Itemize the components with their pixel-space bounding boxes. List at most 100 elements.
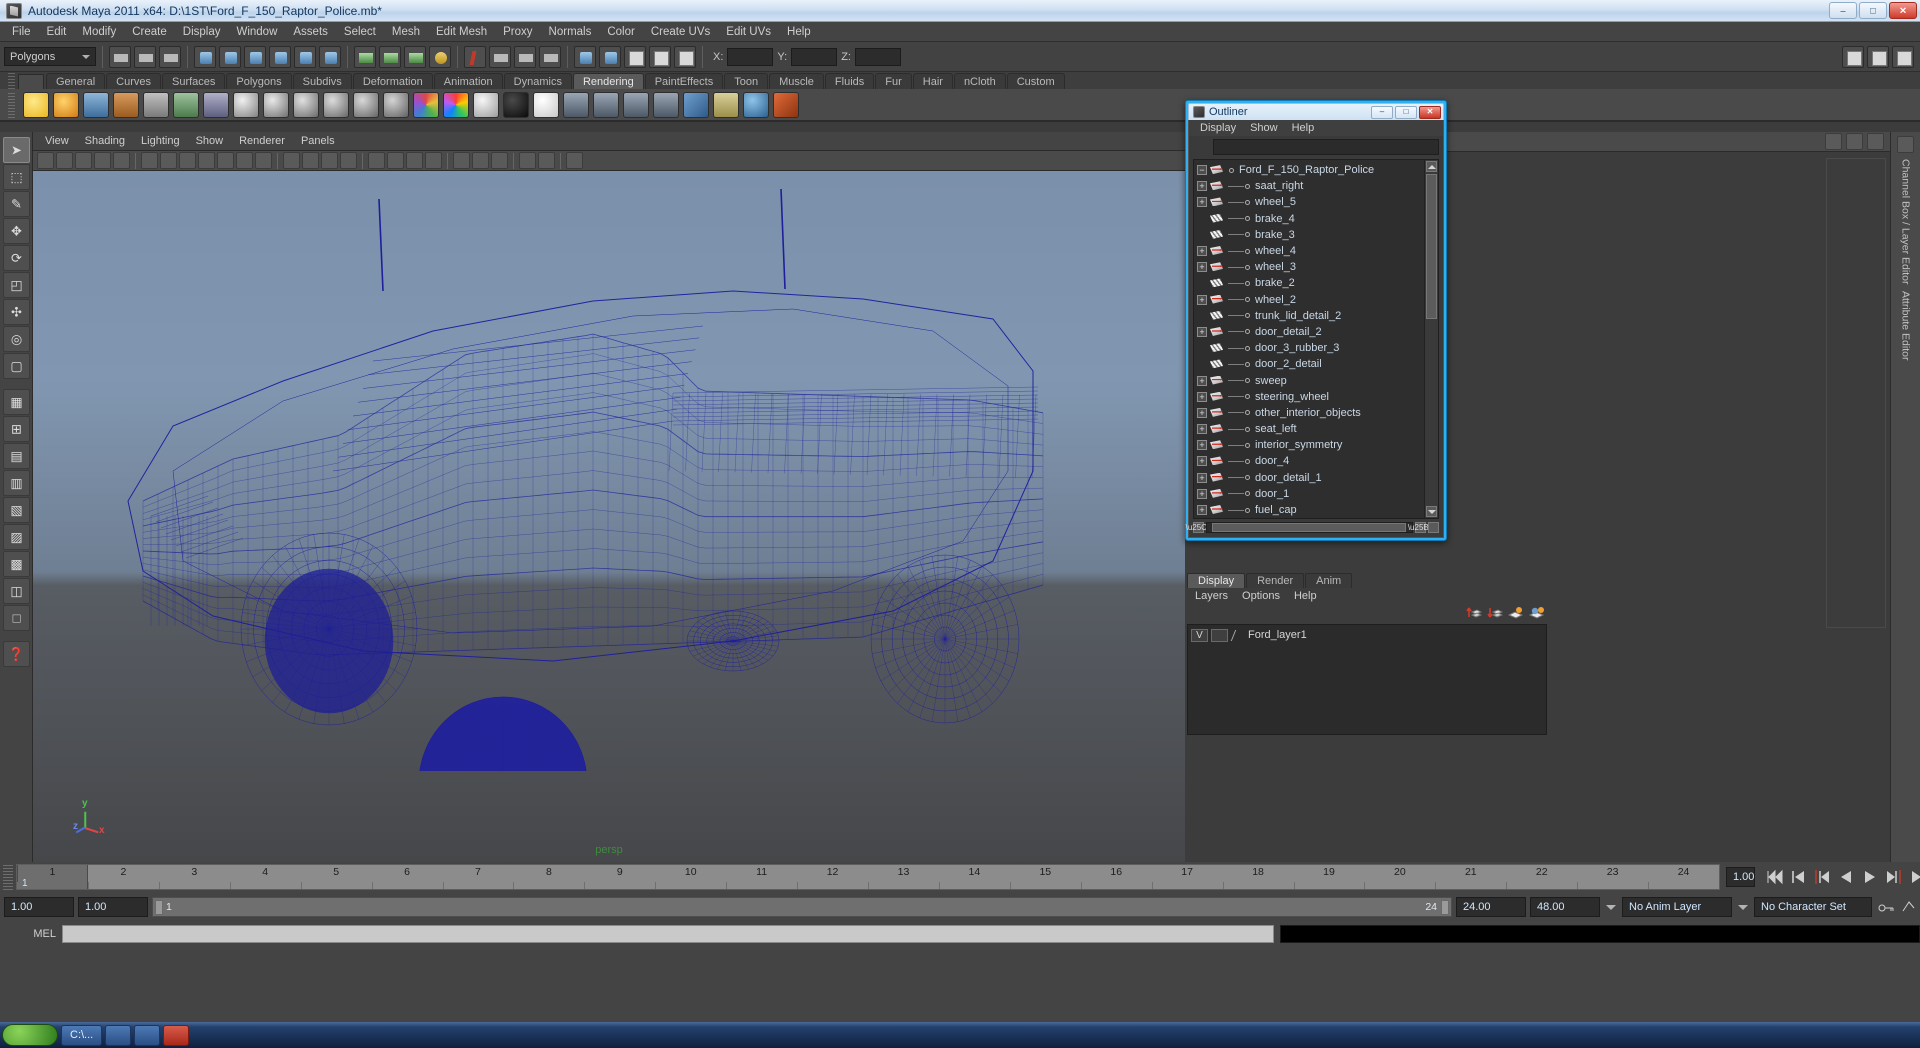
outliner-item[interactable]: +taillight_right <box>1194 518 1424 519</box>
snap-grid-icon[interactable] <box>354 45 376 68</box>
anim-layer-dropdown-arrow[interactable] <box>1604 897 1618 917</box>
lasso-select-tool-icon[interactable]: ⬚ <box>3 164 30 190</box>
layer-editor-tab-anim[interactable]: Anim <box>1305 573 1353 588</box>
outliner-scroll-up-button[interactable] <box>1426 161 1437 172</box>
persp-graph-layout-icon[interactable]: ▥ <box>3 470 30 496</box>
shelf-tab-rendering[interactable]: Rendering <box>572 73 644 89</box>
outliner-item[interactable]: + wheel_5 <box>1194 194 1424 210</box>
outliner-scroll-right-button[interactable]: \u25B6 <box>1408 522 1433 533</box>
outliner-item[interactable]: + wheel_3 <box>1194 259 1424 275</box>
rotate-tool-icon[interactable]: ⟳ <box>3 245 30 271</box>
layer-list[interactable]: V Ford_layer1 <box>1187 624 1547 735</box>
outliner-horizontal-scrollbar[interactable]: \u25C0 \u25B6 <box>1186 521 1439 534</box>
high-quality-render-icon[interactable] <box>519 152 536 169</box>
render-view-icon[interactable] <box>113 91 139 118</box>
menu-item-normals[interactable]: Normals <box>541 24 600 40</box>
wireframe-shading-icon[interactable] <box>283 152 300 169</box>
gate-mask-icon[interactable] <box>198 152 215 169</box>
menu-item-color[interactable]: Color <box>599 24 642 40</box>
outliner-expander-plus-icon[interactable]: + <box>1197 262 1207 273</box>
env-sphere-icon[interactable] <box>743 91 769 118</box>
shelf-tab-custom[interactable]: Custom <box>1006 73 1065 89</box>
outliner-expander-plus-icon[interactable]: + <box>1197 326 1207 337</box>
show-tool-settings-icon[interactable] <box>1892 45 1914 68</box>
taskbar-item-0[interactable]: C:\... <box>61 1024 103 1046</box>
four-view-layout-icon[interactable]: ⊞ <box>3 416 30 442</box>
go-to-start-button[interactable] <box>1764 867 1784 887</box>
flat-shade-icon[interactable] <box>340 152 357 169</box>
menu-item-edit-mesh[interactable]: Edit Mesh <box>428 24 495 40</box>
outliner-expander-plus-icon[interactable]: + <box>1197 505 1207 516</box>
camera-2-icon[interactable] <box>593 91 619 118</box>
outliner-item[interactable]: − Ford_F_150_Raptor_Police <box>1194 162 1424 178</box>
perspective-viewport[interactable]: y x z persp <box>33 171 1185 862</box>
outliner-scroll-left-button[interactable]: \u25C0 <box>1186 522 1211 533</box>
outliner-filter-icon[interactable] <box>1193 139 1209 155</box>
move-layer-up-icon[interactable] <box>1466 606 1483 620</box>
render-layers-icon[interactable] <box>173 91 199 118</box>
outliner-item[interactable]: + saat_right <box>1194 178 1424 194</box>
panel-options-icon[interactable] <box>566 152 583 169</box>
select-by-component-icon[interactable] <box>159 45 181 68</box>
outliner-expander-plus-icon[interactable]: + <box>1197 440 1207 451</box>
outliner-item[interactable]: + door_4 <box>1194 453 1424 469</box>
field-chart-icon[interactable] <box>217 152 234 169</box>
resolution-gate-icon[interactable] <box>179 152 196 169</box>
start-button[interactable] <box>2 1024 58 1046</box>
step-back-button[interactable] <box>1788 867 1808 887</box>
black-shader-icon[interactable] <box>503 91 529 118</box>
isolate-select-icon[interactable] <box>538 152 555 169</box>
shelf-tab-animation[interactable]: Animation <box>433 73 503 89</box>
outliner-expander-plus-icon[interactable]: + <box>1197 472 1207 483</box>
outliner-item[interactable]: + other_interior_objects <box>1194 405 1424 421</box>
outliner-item[interactable]: brake_3 <box>1194 227 1424 243</box>
outliner-item[interactable]: + sweep <box>1194 372 1424 388</box>
outliner-toggle-icon[interactable] <box>624 45 646 68</box>
viewport-menu-shading[interactable]: Shading <box>77 134 133 148</box>
menu-item-help[interactable]: Help <box>779 24 819 40</box>
safe-title-icon[interactable] <box>255 152 272 169</box>
shelf-icons-drag-handle[interactable] <box>8 91 15 118</box>
menu-item-modify[interactable]: Modify <box>74 24 124 40</box>
outliner-item[interactable]: brake_4 <box>1194 211 1424 227</box>
layer-visibility-toggle[interactable]: V <box>1191 628 1208 642</box>
anim-layer-field[interactable]: No Anim Layer <box>1622 897 1732 917</box>
new-layer-from-selected-icon[interactable] <box>1528 606 1545 620</box>
range-slider[interactable]: 1 24 <box>152 897 1452 917</box>
menu-item-display[interactable]: Display <box>175 24 229 40</box>
outliner-expander-plus-icon[interactable]: + <box>1197 294 1207 305</box>
close-button[interactable]: ✕ <box>1889 2 1917 19</box>
hypershade-icon[interactable] <box>574 45 596 68</box>
outliner-item[interactable]: trunk_lid_detail_2 <box>1194 308 1424 324</box>
use-default-lighting-icon[interactable] <box>406 152 423 169</box>
use-all-lights-icon[interactable] <box>425 152 442 169</box>
shader-ball-2-icon[interactable] <box>263 91 289 118</box>
shader-ball-6-icon[interactable] <box>383 91 409 118</box>
persp-outliner-layout-icon[interactable]: ▤ <box>3 443 30 469</box>
outliner-item[interactable]: + steering_wheel <box>1194 389 1424 405</box>
move-layer-down-icon[interactable] <box>1487 606 1504 620</box>
menu-item-create-uvs[interactable]: Create UVs <box>643 24 718 40</box>
snap-curve-icon[interactable] <box>379 45 401 68</box>
shelf-tab-painteffects[interactable]: PaintEffects <box>644 73 724 89</box>
outliner-expander-plus-icon[interactable]: + <box>1197 391 1207 402</box>
animation-start-field[interactable]: 1.00 <box>78 897 148 917</box>
outliner-item[interactable]: brake_2 <box>1194 275 1424 291</box>
single-pane-layout-icon[interactable]: □ <box>3 605 30 631</box>
outliner-item[interactable]: + wheel_4 <box>1194 243 1424 259</box>
outliner-item[interactable]: + seat_left <box>1194 421 1424 437</box>
menu-item-create[interactable]: Create <box>124 24 175 40</box>
outliner-scroll-end-button[interactable] <box>1428 522 1439 533</box>
layer-playback-toggle[interactable] <box>1211 628 1228 642</box>
time-slider-drag-handle[interactable] <box>3 864 13 890</box>
animation-end-field[interactable]: 48.00 <box>1530 897 1600 917</box>
playback-end-field[interactable]: 24.00 <box>1456 897 1526 917</box>
shelf-tab-surfaces[interactable]: Surfaces <box>161 73 226 89</box>
lock-camera-icon[interactable] <box>56 152 73 169</box>
channel-box-layer-editor-label[interactable]: Channel Box / Layer Editor <box>1900 159 1912 285</box>
outliner-search-input[interactable] <box>1213 139 1439 155</box>
character-set-dropdown-arrow[interactable] <box>1736 897 1750 917</box>
command-line-input[interactable] <box>62 925 1274 943</box>
shelf-tab-curves[interactable]: Curves <box>106 73 161 89</box>
taskbar-item-1[interactable] <box>105 1024 132 1046</box>
